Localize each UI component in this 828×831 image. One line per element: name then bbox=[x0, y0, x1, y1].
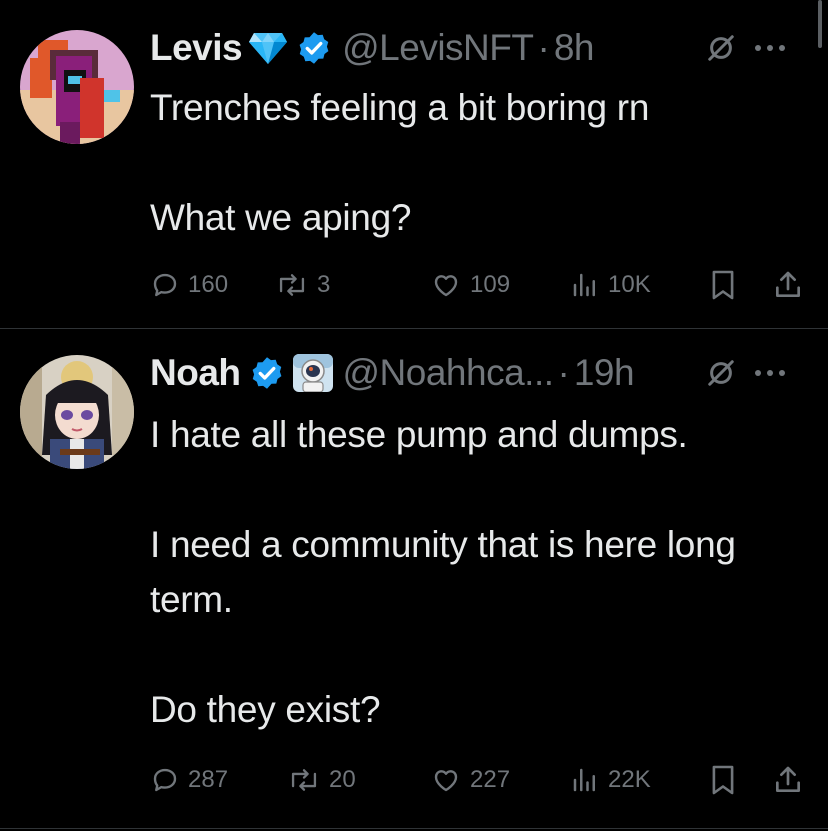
verified-badge-icon[interactable] bbox=[296, 30, 332, 66]
separator-dot: · bbox=[537, 27, 550, 68]
display-name[interactable]: Noah bbox=[150, 352, 241, 394]
tweet-header: Levis @LevisNFT · 8h bbox=[150, 27, 808, 69]
like-count: 227 bbox=[470, 766, 511, 793]
bookmark-icon bbox=[712, 270, 734, 300]
anime-girl-avatar-icon bbox=[20, 355, 134, 469]
avatar-levis[interactable] bbox=[20, 30, 134, 144]
repost-count: 20 bbox=[329, 766, 356, 793]
avatar-noah[interactable] bbox=[20, 355, 134, 469]
views-icon bbox=[573, 768, 595, 792]
repost-button[interactable]: 20 bbox=[287, 760, 356, 800]
repost-button[interactable]: 3 bbox=[275, 265, 330, 305]
like-button[interactable]: 109 bbox=[430, 265, 510, 305]
timestamp[interactable]: 19h bbox=[574, 352, 635, 394]
display-name[interactable]: Levis bbox=[150, 27, 243, 69]
tweet-actions: 160 3 109 10K bbox=[150, 265, 810, 305]
timestamp[interactable]: 8h bbox=[554, 27, 595, 69]
repost-icon bbox=[279, 274, 305, 296]
repost-count: 3 bbox=[317, 271, 331, 298]
views-count: 22K bbox=[608, 766, 651, 793]
reply-button[interactable]: 287 bbox=[150, 760, 228, 800]
share-button[interactable] bbox=[772, 265, 804, 305]
bookmark-button[interactable] bbox=[710, 760, 736, 800]
pixel-art-avatar-icon bbox=[20, 30, 134, 144]
share-icon bbox=[776, 271, 800, 297]
separator-dot: · bbox=[557, 352, 570, 393]
user-handle[interactable]: @LevisNFT bbox=[342, 27, 534, 69]
reply-count: 160 bbox=[188, 271, 229, 298]
tweet-header: Noah @Noahhca... · 19h bbox=[150, 352, 808, 394]
like-button[interactable]: 227 bbox=[430, 760, 510, 800]
astronaut-icon bbox=[292, 354, 333, 392]
tweet-actions: 287 20 227 22K bbox=[150, 760, 810, 800]
tweet-text: Trenches feeling a bit boring rn What we… bbox=[150, 80, 808, 245]
tweet-paragraph: I hate all these pump and dumps. bbox=[150, 414, 688, 455]
more-options-icon[interactable] bbox=[754, 368, 786, 378]
grok-icon[interactable] bbox=[706, 33, 736, 63]
reply-button[interactable]: 160 bbox=[150, 265, 228, 305]
bookmark-icon bbox=[712, 765, 734, 795]
tweet-paragraph: Trenches feeling a bit boring rn bbox=[150, 87, 650, 128]
grok-icon[interactable] bbox=[706, 358, 736, 388]
repost-icon bbox=[291, 769, 317, 791]
bookmark-button[interactable] bbox=[710, 265, 736, 305]
like-count: 109 bbox=[470, 271, 511, 298]
tweet-divider bbox=[0, 828, 828, 829]
share-icon bbox=[776, 766, 800, 792]
tweet-paragraph: I need a community that is here long ter… bbox=[150, 524, 736, 620]
reply-icon bbox=[153, 273, 177, 297]
share-button[interactable] bbox=[772, 760, 804, 800]
views-button[interactable]: 10K bbox=[570, 265, 651, 305]
reply-count: 287 bbox=[188, 766, 229, 793]
tweet-levis[interactable]: Levis @LevisNFT · 8h Trenches feeling a … bbox=[0, 0, 828, 328]
tweet-paragraph: Do they exist? bbox=[150, 689, 381, 730]
views-count: 10K bbox=[608, 271, 651, 298]
views-button[interactable]: 22K bbox=[570, 760, 651, 800]
views-icon bbox=[573, 273, 595, 297]
tweet-paragraph: What we aping? bbox=[150, 197, 412, 238]
heart-icon bbox=[434, 770, 458, 792]
more-options-icon[interactable] bbox=[754, 43, 786, 53]
tweet-text: I hate all these pump and dumps. I need … bbox=[150, 407, 808, 737]
heart-icon bbox=[434, 275, 458, 297]
user-handle[interactable]: @Noahhca... bbox=[343, 352, 555, 394]
reply-icon bbox=[153, 768, 177, 792]
tweet-noah[interactable]: Noah @Noahhca... · 19h I hate all these … bbox=[0, 329, 828, 831]
diamond-icon bbox=[248, 31, 288, 65]
verified-badge-icon[interactable] bbox=[249, 355, 285, 391]
